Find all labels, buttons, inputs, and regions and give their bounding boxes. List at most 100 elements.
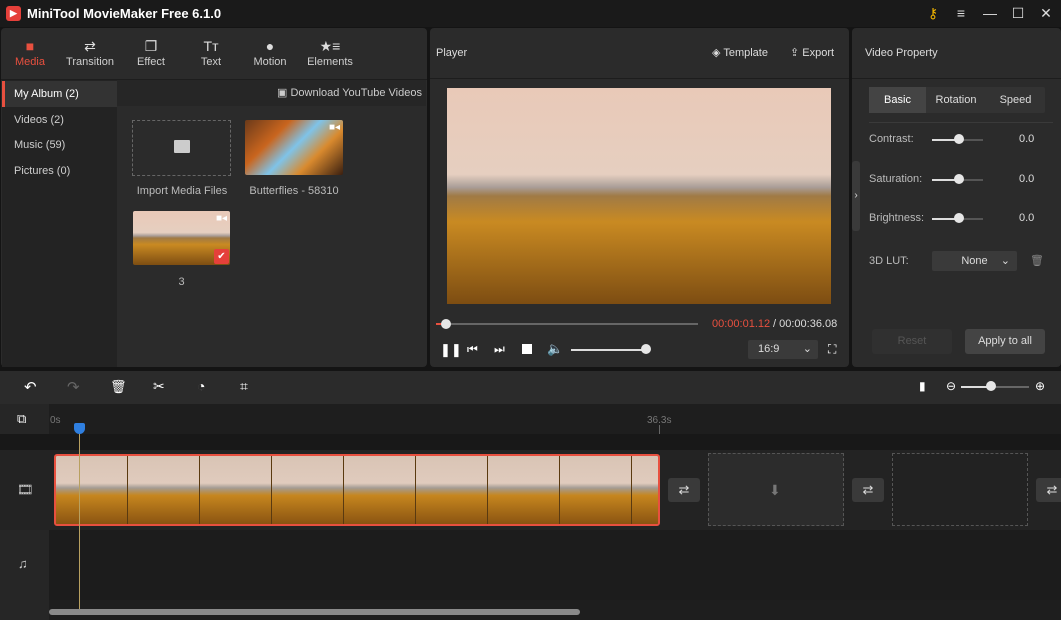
sidebar-item-videos[interactable]: Videos (2) — [2, 107, 117, 133]
split-icon[interactable]: ✂ — [153, 378, 165, 395]
folder-icon: ■ — [25, 38, 35, 54]
download-youtube-button[interactable]: ▣ Download YouTube Videos — [277, 86, 422, 99]
volume-slider[interactable] — [571, 349, 647, 351]
brightness-handle[interactable] — [954, 213, 964, 223]
media-thumb-butterflies[interactable]: ■◂ — [245, 120, 343, 175]
chevron-down-icon: ⌄ — [1000, 255, 1010, 267]
brightness-value: 0.0 — [1019, 212, 1035, 224]
delete-icon[interactable]: 🗑 — [110, 379, 127, 395]
music-track — [0, 530, 1061, 600]
checkmark-icon: ✔ — [214, 249, 229, 264]
lut-select[interactable]: None ⌄ — [932, 251, 1017, 271]
saturation-handle[interactable] — [954, 174, 964, 184]
app-title: MiniTool MovieMaker Free 6.1.0 — [27, 6, 222, 21]
maximize-icon[interactable]: ☐ — [1008, 4, 1028, 22]
empty-clip-slot[interactable]: ⬇ — [708, 453, 844, 526]
import-media-button[interactable] — [132, 120, 231, 176]
next-frame-icon[interactable]: ⏭ — [494, 342, 505, 357]
video-clip[interactable] — [54, 454, 660, 526]
tab-elements[interactable]: ★≡ Elements — [300, 38, 360, 68]
video-preview[interactable] — [447, 88, 831, 304]
add-track-icon[interactable]: ⧉ — [17, 411, 26, 427]
horizontal-scrollbar[interactable] — [49, 609, 580, 615]
progress-bar[interactable] — [436, 323, 698, 325]
tab-rotation[interactable]: Rotation — [926, 87, 986, 113]
title-bar: ▶ MiniTool MovieMaker Free 6.1.0 ⚷ ≡ — ☐… — [0, 0, 1061, 27]
tab-basic[interactable]: Basic — [869, 87, 926, 113]
chevron-down-icon: ⌄ — [802, 343, 812, 355]
transition-slot-button[interactable]: ⇄ — [852, 478, 884, 502]
fit-timeline-icon[interactable]: ▮ — [919, 379, 926, 393]
previous-frame-icon[interactable]: ⏮ — [467, 342, 478, 357]
contrast-handle[interactable] — [954, 134, 964, 144]
sidebar-item-my-album[interactable]: My Album (2) — [2, 81, 117, 107]
layers-icon: ◈ — [712, 47, 724, 59]
export-button[interactable]: ⇪ Export — [790, 46, 834, 59]
transition-slot-button[interactable]: ⇄ — [1036, 478, 1061, 502]
aspect-ratio-select[interactable]: 16:9 ⌄ — [748, 340, 818, 359]
motion-icon: ● — [265, 38, 275, 54]
lut-label: 3D LUT: — [869, 255, 909, 267]
contrast-value: 0.0 — [1019, 133, 1035, 145]
sidebar-item-pictures[interactable]: Pictures (0) — [2, 158, 117, 184]
apply-to-all-button[interactable]: Apply to all — [965, 329, 1045, 354]
tab-text[interactable]: Tт Text — [181, 38, 241, 68]
tab-media[interactable]: ■ Media — [0, 38, 60, 68]
key-icon[interactable]: ⚷ — [923, 4, 943, 22]
volume-icon[interactable]: 🔈 — [547, 341, 563, 357]
trash-icon[interactable]: 🗑 — [1030, 254, 1044, 267]
layers-icon: ❐ — [144, 38, 158, 54]
current-time: 00:00:01.12 — [712, 318, 771, 330]
player-title: Player — [436, 47, 468, 59]
saturation-value: 0.0 — [1019, 173, 1035, 185]
tab-motion[interactable]: ● Motion — [240, 38, 300, 68]
media-thumb-3[interactable]: ■◂ ✔ — [133, 211, 230, 265]
total-time: / 00:00:36.08 — [773, 318, 838, 330]
tab-effect[interactable]: ❐ Effect — [121, 38, 181, 68]
swap-icon: ⇄ — [84, 38, 96, 54]
star-list-icon: ★≡ — [319, 38, 341, 54]
text-icon: Tт — [203, 38, 219, 54]
volume-handle[interactable] — [641, 344, 651, 354]
collapse-panel-button[interactable]: › — [852, 161, 860, 231]
media-label-butterflies: Butterflies - 58310 — [249, 185, 339, 197]
video-icon: ■◂ — [328, 122, 340, 133]
pause-icon[interactable]: ❚❚ — [440, 342, 462, 358]
saturation-label: Saturation: — [869, 173, 923, 185]
sidebar-item-music[interactable]: Music (59) — [2, 132, 117, 158]
property-title: Video Property — [865, 47, 938, 59]
zoom-out-icon[interactable]: ⊖ — [946, 379, 956, 393]
youtube-icon: ▣ — [277, 87, 291, 99]
contrast-label: Contrast: — [869, 133, 914, 145]
transition-slot-button[interactable]: ⇄ — [668, 478, 700, 502]
playhead-line — [79, 432, 80, 612]
brightness-label: Brightness: — [869, 212, 925, 224]
fullscreen-icon[interactable]: ⛶ — [828, 342, 836, 357]
crop-icon[interactable]: ⌗ — [240, 378, 248, 395]
undo-icon[interactable]: ↶ — [24, 378, 37, 396]
tab-transition[interactable]: ⇄ Transition — [60, 38, 120, 68]
export-icon: ⇪ — [790, 47, 803, 59]
empty-clip-slot[interactable] — [892, 453, 1028, 526]
tab-speed[interactable]: Speed — [986, 87, 1045, 113]
media-label-3: 3 — [178, 276, 185, 288]
film-icon: 🎞 — [17, 482, 34, 497]
speed-icon[interactable]: ◔ — [197, 378, 205, 394]
time-ruler[interactable] — [49, 404, 1061, 434]
reset-button[interactable]: Reset — [872, 329, 952, 354]
folder-icon — [174, 140, 190, 153]
menu-icon[interactable]: ≡ — [951, 4, 971, 22]
timeline-zoom-handle[interactable] — [986, 381, 996, 391]
template-button[interactable]: ◈ Template — [712, 46, 768, 59]
app-logo: ▶ — [6, 6, 21, 21]
import-media-label: Import Media Files — [136, 185, 228, 197]
import-icon: ⬇ — [769, 482, 781, 498]
ruler-start: 0s — [50, 415, 61, 426]
minimize-icon[interactable]: — — [980, 4, 1000, 22]
playhead-handle[interactable] — [74, 423, 85, 434]
close-icon[interactable]: ✕ — [1036, 4, 1056, 22]
zoom-in-icon[interactable]: ⊕ — [1035, 379, 1045, 393]
stop-icon[interactable] — [522, 344, 532, 354]
music-icon: ♫ — [18, 556, 28, 571]
redo-icon[interactable]: ↷ — [67, 378, 80, 396]
